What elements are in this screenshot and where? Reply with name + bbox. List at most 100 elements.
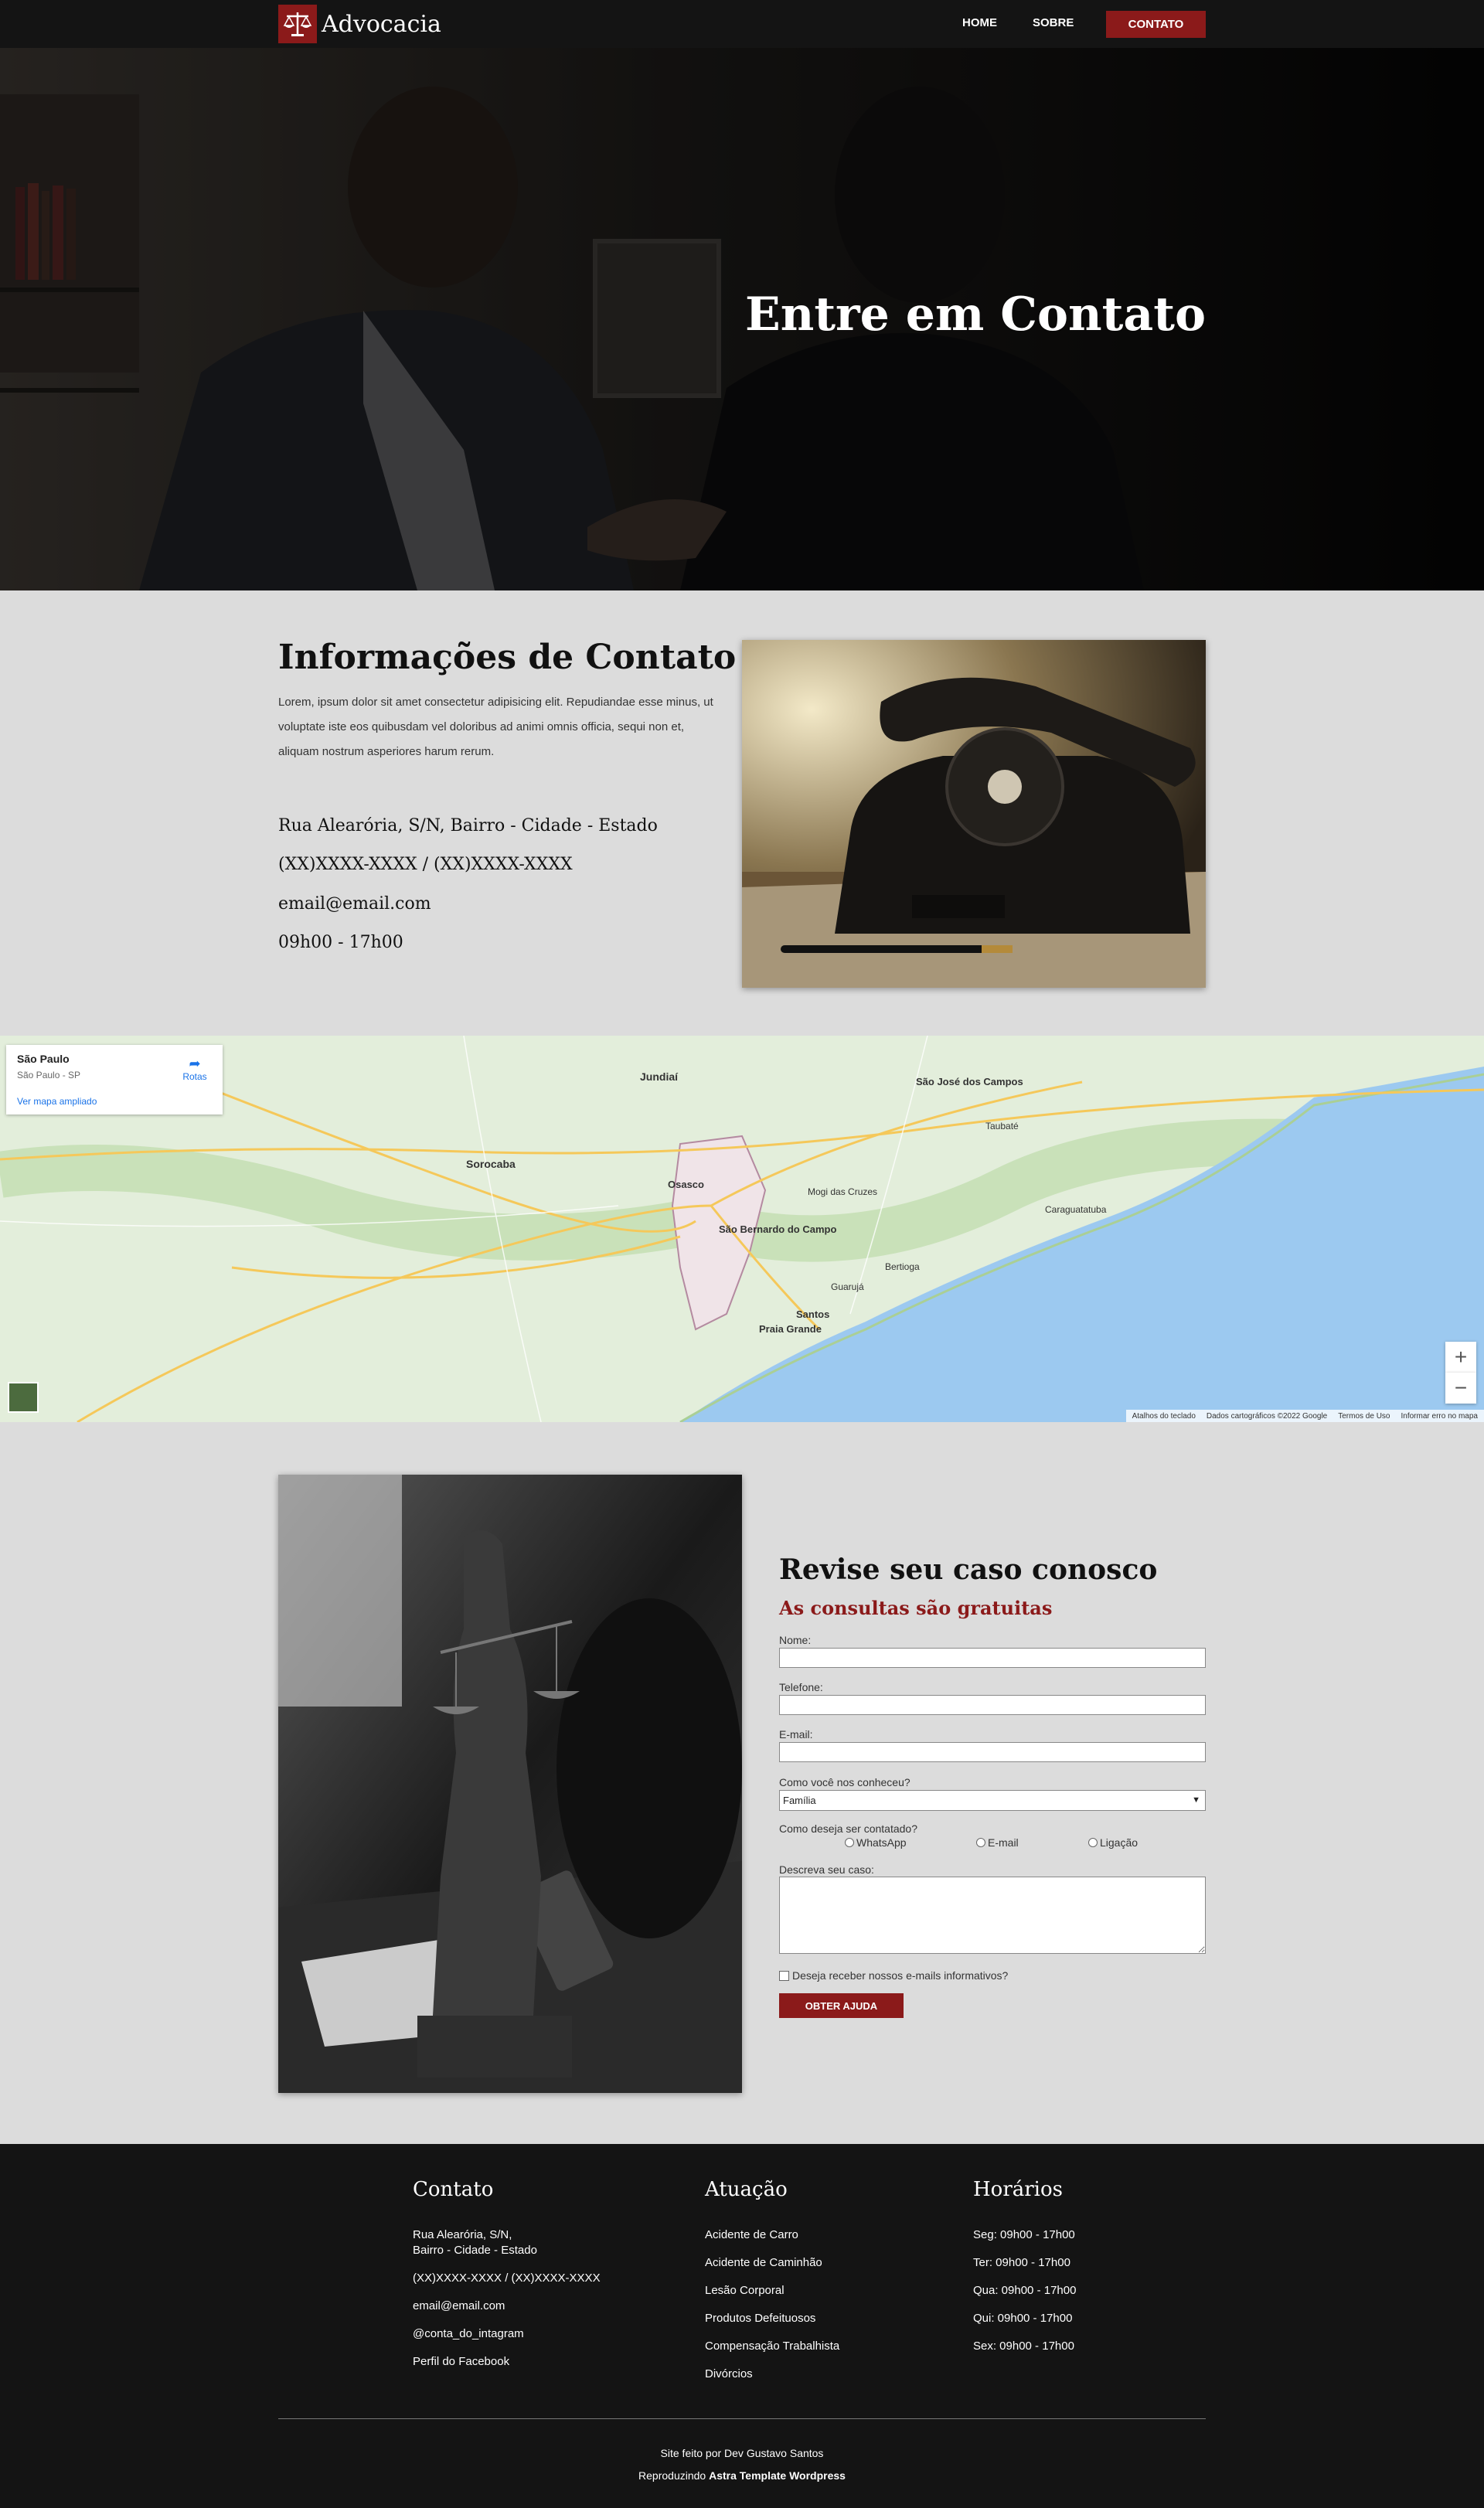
map-place-subtitle: São Paulo - SP [17,1070,81,1080]
map-zoom-in-button[interactable]: + [1445,1342,1476,1373]
contact-info-title: Informações de Contato [278,638,737,677]
map-label-caraguatatuba: Caraguatatuba [1045,1204,1107,1215]
google-map-embed[interactable]: Jundiaí São José dos Campos Sorocaba Osa… [0,1036,1484,1422]
case-textarea[interactable] [779,1877,1206,1954]
footer-hours-item: Ter: 09h00 - 17h00 [973,2256,1070,2269]
footer-credit-author: Site feito por Dev Gustavo Santos [660,2447,824,2459]
map-shortcuts-link[interactable]: Atalhos do teclado [1132,1412,1196,1421]
map-satellite-toggle[interactable] [8,1382,39,1413]
footer-hours-item: Sex: 09h00 - 17h00 [973,2340,1074,2353]
source-label: Como você nos conheceu? [779,1776,910,1788]
radio-circle-icon [976,1838,985,1847]
footer-hours-item: Qui: 09h00 - 17h00 [973,2312,1073,2325]
footer-instagram[interactable]: @conta_do_intagram [413,2326,524,2342]
name-label: Nome: [779,1634,812,1646]
email-label: E-mail: [779,1728,813,1741]
map-place-name: São Paulo [17,1053,70,1065]
radio-phone-call-label: Ligação [1100,1836,1139,1849]
get-help-button[interactable]: OBTER AJUDA [779,1993,904,2018]
source-select-value: Família [783,1795,816,1806]
footer-hours-item: Seg: 09h00 - 17h00 [973,2228,1075,2241]
map-label-osasco: Osasco [668,1179,704,1190]
footer-area-item[interactable]: Acidente de Carro [705,2227,798,2243]
contact-email[interactable]: email@email.com [278,894,431,914]
map-label-praia-grande: Praia Grande [759,1323,822,1335]
scales-icon [278,5,317,43]
radio-email[interactable]: E-mail [976,1836,1019,1849]
newsletter-checkbox[interactable]: Deseja receber nossos e-mails informativ… [779,1969,1008,1982]
footer-hours-item: Qua: 09h00 - 17h00 [973,2284,1077,2297]
radio-phone-call[interactable]: Ligação [1088,1836,1138,1849]
map-label-santos: Santos [796,1308,830,1320]
footer-address-line-2: Bairro - Cidade - Estado [413,2244,537,2257]
brand-logo[interactable]: Advocacia [278,5,441,43]
map-data-credit: Dados cartográficos ©2022 Google [1206,1411,1328,1421]
hero-title: Entre em Contato [744,288,1206,342]
footer-credit-template-name[interactable]: Astra Template Wordpress [709,2469,846,2482]
nav-about-link[interactable]: SOBRE [1033,16,1074,29]
rotary-phone-image [742,640,1206,988]
map-zoom-out-button[interactable]: − [1445,1373,1476,1404]
map-footer: Atalhos do teclado Dados cartográficos ©… [1125,1410,1484,1422]
map-label-sorocaba: Sorocaba [466,1158,516,1170]
radio-whatsapp-label: WhatsApp [856,1836,907,1849]
chevron-down-icon: ▼ [1192,1795,1200,1805]
map-label-mogi: Mogi das Cruzes [808,1186,878,1197]
map-label-guaruja: Guarujá [831,1281,864,1292]
footer-contact-title: Contato [413,2178,494,2201]
source-select[interactable]: Família ▼ [779,1790,1206,1811]
footer-area-item[interactable]: Produtos Defeituosos [705,2311,815,2326]
footer-address-line-1: Rua Alearória, S/N, [413,2228,512,2241]
contact-phone: (XX)XXXX-XXXX / (XX)XXXX-XXXX [278,855,573,874]
nav-home-link[interactable]: HOME [962,16,997,29]
radio-circle-icon [1088,1838,1098,1847]
map-routes-button[interactable]: ➦ Rotas [181,1056,209,1082]
map-place-card: São Paulo São Paulo - SP Ver mapa amplia… [6,1045,223,1114]
form-subtitle: As consultas são gratuitas [779,1597,1053,1619]
footer-phone: (XX)XXXX-XXXX / (XX)XXXX-XXXX [413,2271,601,2285]
form-title: Revise seu caso conosco [779,1553,1158,1586]
footer-area-item[interactable]: Compensação Trabalhista [705,2339,839,2354]
map-label-bertioga: Bertioga [885,1261,920,1272]
map-larger-link[interactable]: Ver mapa ampliado [17,1096,97,1107]
footer-credit-template: Reproduzindo Astra Template Wordpress [0,2469,1484,2482]
site-footer: Contato Rua Alearória, S/N, Bairro - Cid… [0,2144,1484,2508]
phone-input[interactable] [779,1695,1206,1715]
map-routes-label: Rotas [182,1071,207,1082]
footer-email[interactable]: email@email.com [413,2299,505,2314]
contact-method-label: Como deseja ser contatado? [779,1822,917,1835]
footer-credit-prefix: Reproduzindo [638,2469,706,2482]
email-input[interactable] [779,1742,1206,1762]
phone-label: Telefone: [779,1681,823,1693]
footer-areas-title: Atuação [705,2178,788,2201]
nav-contact-button[interactable]: CONTATO [1106,11,1206,38]
contact-hours: 09h00 - 17h00 [278,933,403,952]
map-label-sao-jose: São José dos Campos [916,1076,1023,1087]
contact-address: Rua Alearória, S/N, Bairro - Cidade - Es… [278,816,658,835]
hero-banner: Entre em Contato [0,48,1484,590]
contact-info-description: Lorem, ipsum dolor sit amet consectetur … [278,696,713,758]
footer-area-item[interactable]: Acidente de Caminhão [705,2255,822,2271]
top-navbar: Advocacia HOME SOBRE CONTATO [0,0,1484,48]
radio-whatsapp[interactable]: WhatsApp [845,1836,907,1849]
radio-email-label: E-mail [988,1836,1019,1849]
footer-area-item[interactable]: Divórcios [705,2367,753,2382]
name-input[interactable] [779,1648,1206,1668]
newsletter-label: Deseja receber nossos e-mails informativ… [792,1969,1009,1982]
footer-area-item[interactable]: Lesão Corporal [705,2283,785,2299]
map-label-jundiai: Jundiaí [640,1070,679,1083]
brand-name: Advocacia [322,10,441,38]
hero-background-image [0,48,1484,590]
footer-hours-title: Horários [973,2178,1063,2201]
radio-circle-icon [845,1838,854,1847]
footer-divider [278,2418,1206,2419]
map-label-sao-bernardo: São Bernardo do Campo [719,1223,837,1235]
checkbox-icon [779,1970,789,1981]
map-report-link[interactable]: Informar erro no mapa [1401,1412,1479,1421]
footer-facebook[interactable]: Perfil do Facebook [413,2354,509,2370]
directions-icon: ➦ [189,1056,201,1071]
justice-statue-image [278,1475,742,2093]
map-terms-link[interactable]: Termos de Uso [1338,1412,1390,1421]
case-label: Descreva seu caso: [779,1863,874,1876]
map-label-taubate: Taubaté [985,1121,1019,1131]
